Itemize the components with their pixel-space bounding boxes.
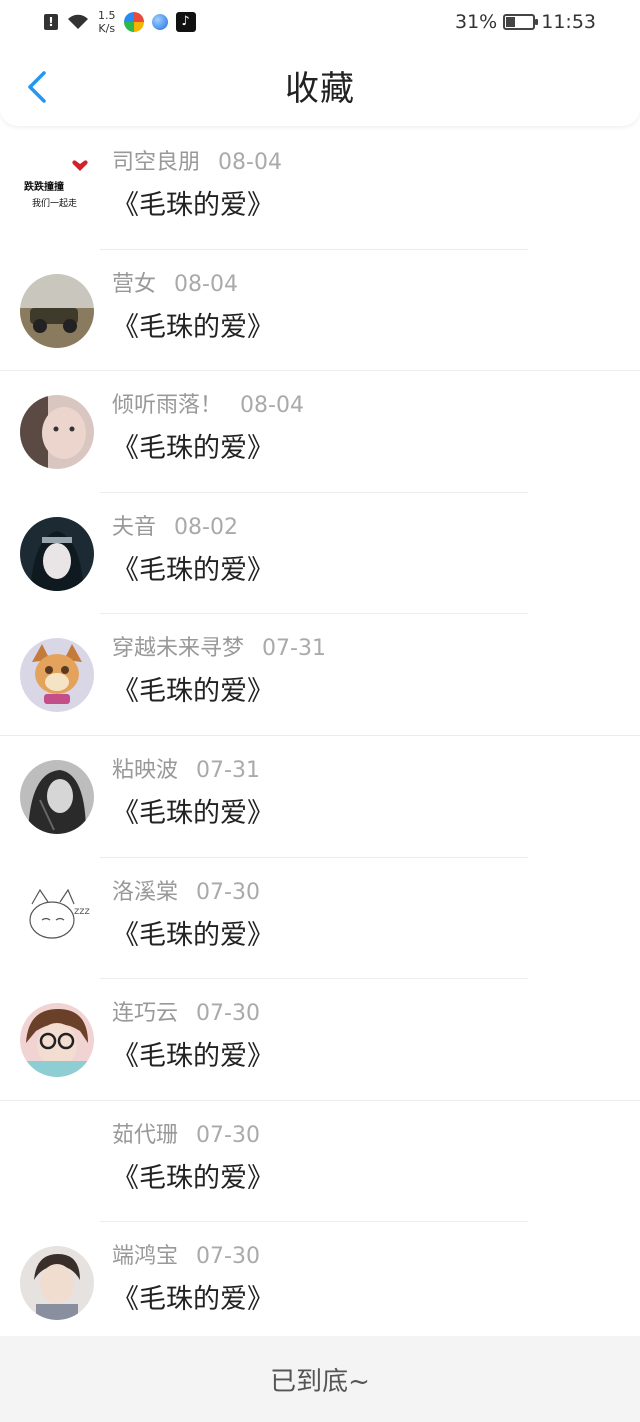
date: 08-04 — [240, 393, 304, 419]
avatar-caption-2: 我们一起走 — [32, 197, 77, 209]
alert-icon: ! — [44, 14, 58, 30]
user-name: 穿越未来寻梦 — [112, 636, 245, 662]
list-item[interactable]: 茹代珊 07-30 《毛珠的爱》 — [0, 1101, 640, 1223]
battery-fill — [506, 17, 515, 27]
wifi-icon — [68, 14, 88, 29]
app-notification-icon — [123, 12, 144, 32]
list-item[interactable]: 穿越未来寻梦 07-31 《毛珠的爱》 — [0, 614, 640, 736]
avatar-image — [20, 273, 94, 348]
avatar-image — [20, 1003, 94, 1078]
avatar: zzz — [20, 881, 94, 956]
list-item[interactable]: 夫音 08-02 《毛珠的爱》 — [0, 493, 640, 615]
date: 07-30 — [196, 1244, 260, 1270]
list-item[interactable]: 连巧云 07-30 《毛珠的爱》 — [0, 979, 640, 1101]
user-name: 端鸿宝 — [112, 1244, 179, 1270]
book-title: 《毛珠的爱》 — [112, 1284, 274, 1316]
book-title: 《毛珠的爱》 — [112, 1162, 274, 1194]
date: 08-02 — [174, 514, 238, 540]
netspeed-value: 1.5 — [98, 9, 116, 22]
book-title: 《毛珠的爱》 — [112, 797, 274, 829]
book-title: 《毛珠的爱》 — [112, 554, 274, 586]
tiktok-notification-icon: ♪ — [175, 12, 196, 32]
avatar-image: zzz — [20, 881, 94, 956]
list-item[interactable]: 营女 08-04 《毛珠的爱》 — [0, 250, 640, 372]
avatar — [20, 1125, 94, 1199]
svg-text:zzz: zzz — [74, 906, 90, 917]
avatar — [20, 1246, 94, 1321]
avatar-caption-1: 跌跌撞撞 — [24, 180, 64, 193]
avatar-image — [20, 638, 94, 713]
avatar — [20, 1003, 94, 1078]
user-name: 倾听雨落！ — [112, 393, 223, 419]
favorites-list: 跌跌撞撞 我们一起走 司空良朋 08-04 《毛珠的爱》 营女 08-04 《毛珠的… — [0, 128, 640, 1344]
book-title: 《毛珠的爱》 — [112, 433, 274, 465]
netspeed-unit: K/s — [98, 22, 116, 35]
avatar-image — [20, 1246, 94, 1321]
avatar — [20, 759, 94, 834]
date: 08-04 — [174, 271, 238, 297]
list-item[interactable]: 跌跌撞撞 我们一起走 司空良朋 08-04 《毛珠的爱》 — [0, 128, 640, 250]
chevron-left-icon — [28, 71, 46, 103]
status-right: 31% 11:53 — [455, 11, 596, 33]
avatar-image — [20, 516, 94, 591]
date: 07-30 — [196, 1001, 260, 1027]
avatar — [20, 638, 94, 713]
list-item[interactable]: 粘映波 07-31 《毛珠的爱》 — [0, 736, 640, 858]
user-name: 连巧云 — [112, 1001, 179, 1027]
avatar-image: 跌跌撞撞 我们一起走 — [20, 152, 94, 226]
avatar — [20, 516, 94, 591]
list-item[interactable]: 端鸿宝 07-30 《毛珠的爱》 — [0, 1222, 640, 1344]
status-bar: ! 1.5 K/s ♪ 31% 11:53 — [0, 0, 640, 44]
back-button[interactable] — [22, 70, 52, 104]
avatar-image — [20, 395, 94, 470]
browser-notification-icon — [151, 14, 168, 30]
date: 08-04 — [218, 150, 282, 175]
avatar — [20, 395, 94, 470]
avatar: 跌跌撞撞 我们一起走 — [20, 152, 94, 226]
avatar — [20, 273, 94, 348]
page-title: 收藏 — [285, 68, 355, 109]
user-name: 洛溪棠 — [112, 879, 179, 905]
avatar-image — [20, 759, 94, 834]
date: 07-30 — [196, 879, 260, 905]
user-name: 营女 — [112, 271, 157, 297]
book-title: 《毛珠的爱》 — [112, 676, 274, 708]
user-name: 司空良朋 — [112, 150, 201, 175]
list-item[interactable]: 倾听雨落！ 08-04 《毛珠的爱》 — [0, 371, 640, 493]
date: 07-31 — [262, 636, 326, 662]
netspeed: 1.5 K/s — [98, 9, 116, 35]
user-name: 茹代珊 — [112, 1122, 179, 1148]
user-name: 粘映波 — [112, 757, 179, 783]
battery-icon — [503, 14, 539, 30]
clock: 11:53 — [541, 11, 596, 33]
book-title: 《毛珠的爱》 — [112, 311, 274, 343]
list-item[interactable]: zzz 洛溪棠 07-30 《毛珠的爱》 — [0, 858, 640, 980]
book-title: 《毛珠的爱》 — [112, 919, 274, 951]
date: 07-30 — [196, 1122, 260, 1148]
user-name: 夫音 — [112, 514, 157, 540]
header: 收藏 — [0, 44, 640, 126]
status-left: ! 1.5 K/s ♪ — [44, 9, 196, 35]
book-title: 《毛珠的爱》 — [112, 190, 274, 221]
book-title: 《毛珠的爱》 — [112, 1041, 274, 1073]
battery-percent: 31% — [455, 11, 498, 33]
date: 07-31 — [196, 757, 260, 783]
end-of-list-footer: 已到底~ — [0, 1336, 640, 1422]
